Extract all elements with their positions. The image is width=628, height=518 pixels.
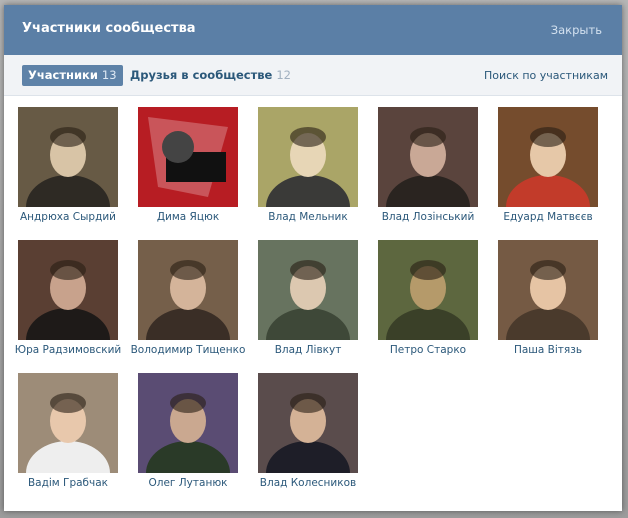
member-name[interactable]: Влад Лівкут	[248, 344, 368, 356]
member-name[interactable]: Олег Лутанюк	[128, 477, 248, 489]
member-item[interactable]: Влад Мельник	[253, 107, 363, 223]
member-name[interactable]: Дима Яцюк	[128, 211, 248, 223]
member-name[interactable]: Паша Вітязь	[488, 344, 608, 356]
member-item[interactable]: Дима Яцюк	[133, 107, 243, 223]
tab-friends-count: 12	[276, 68, 291, 82]
member-avatar[interactable]	[258, 240, 358, 340]
member-name[interactable]: Андрюха Сырдий	[8, 211, 128, 223]
member-avatar[interactable]	[378, 240, 478, 340]
member-avatar[interactable]	[498, 107, 598, 207]
member-name[interactable]: Володимир Тищенко	[128, 344, 248, 356]
member-name[interactable]: Петро Старко	[368, 344, 488, 356]
member-item[interactable]: Паша Вітязь	[493, 240, 603, 356]
member-avatar[interactable]	[498, 240, 598, 340]
member-name[interactable]: Едуард Матвєєв	[488, 211, 608, 223]
member-avatar[interactable]	[18, 240, 118, 340]
member-name[interactable]: Влад Колесников	[248, 477, 368, 489]
tab-members-label: Участники	[28, 68, 98, 82]
member-avatar[interactable]	[258, 373, 358, 473]
member-name[interactable]: Юра Радзимовский	[8, 344, 128, 356]
member-avatar[interactable]	[258, 107, 358, 207]
tab-members-count: 13	[101, 68, 117, 82]
member-item[interactable]: Олег Лутанюк	[133, 373, 243, 489]
tab-members[interactable]: Участники 13	[22, 65, 123, 86]
tab-friends[interactable]: Друзья в сообществе 12	[130, 65, 291, 86]
member-item[interactable]: Юра Радзимовский	[13, 240, 123, 356]
member-avatar[interactable]	[138, 240, 238, 340]
member-avatar[interactable]	[18, 107, 118, 207]
member-name[interactable]: Вадім Грабчак	[8, 477, 128, 489]
tab-bar: Участники 13 Друзья в сообществе 12 Поиск …	[4, 55, 622, 96]
member-avatar[interactable]	[138, 107, 238, 207]
member-avatar[interactable]	[138, 373, 238, 473]
search-members-link[interactable]: Поиск по участникам	[484, 69, 608, 82]
member-item[interactable]: Вадім Грабчак	[13, 373, 123, 489]
member-item[interactable]: Петро Старко	[373, 240, 483, 356]
member-item[interactable]: Володимир Тищенко	[131, 240, 245, 356]
member-name[interactable]: Влад Мельник	[248, 211, 368, 223]
member-item[interactable]: Влад Лозінський	[373, 107, 483, 223]
member-item[interactable]: Едуард Матвєєв	[493, 107, 603, 223]
member-avatar[interactable]	[18, 373, 118, 473]
close-button[interactable]: Закрыть	[551, 23, 602, 37]
tab-friends-label: Друзья в сообществе	[130, 68, 273, 82]
modal-title: Участники сообщества	[22, 21, 196, 36]
member-item[interactable]: Влад Лівкут	[253, 240, 363, 356]
member-avatar[interactable]	[378, 107, 478, 207]
member-item[interactable]: Влад Колесников	[253, 373, 363, 489]
member-name[interactable]: Влад Лозінський	[368, 211, 488, 223]
modal-header: Участники сообщества Закрыть	[4, 5, 622, 55]
member-item[interactable]: Андрюха Сырдий	[13, 107, 123, 223]
